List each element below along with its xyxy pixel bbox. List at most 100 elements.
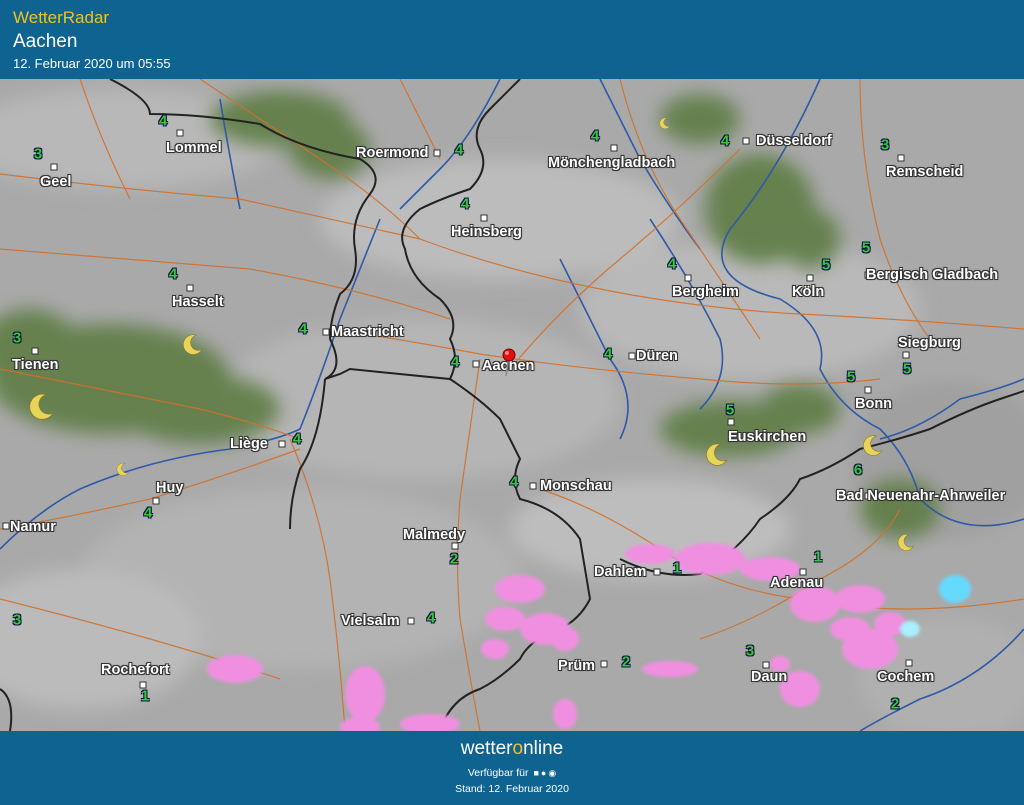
temperature-value: 4: [667, 255, 677, 273]
windows-icon[interactable]: ◉: [548, 768, 556, 778]
city-label[interactable]: Bergisch Gladbach: [866, 267, 998, 283]
temperature-value: 1: [813, 548, 823, 566]
temperature-value: 4: [590, 127, 600, 145]
temperature-value: 4: [292, 430, 302, 448]
temperature-value: 4: [460, 195, 470, 213]
city-label[interactable]: Dahlem: [594, 564, 646, 580]
temperature-value: 6: [853, 461, 863, 479]
city-label[interactable]: Roermond: [356, 145, 429, 161]
data-stand: Stand: 12. Februar 2020: [455, 783, 569, 795]
temperature-value: 4: [158, 112, 168, 130]
city-label[interactable]: Liège: [230, 436, 268, 452]
city-label[interactable]: Adenau: [770, 575, 823, 591]
city-label[interactable]: Bad Neuenahr-Ahrweiler: [836, 488, 1005, 504]
temperature-value: 2: [449, 550, 459, 568]
temperature-value: 4: [603, 345, 613, 363]
city-marker[interactable]: [897, 154, 905, 162]
temperature-value: 1: [672, 559, 682, 577]
temperature-value: 5: [902, 360, 912, 378]
city-marker[interactable]: [762, 661, 770, 669]
temperature-value: 4: [450, 353, 460, 371]
radar-map[interactable]: Lommel Geel Roermond Mönchengladbach Düsseld…: [0, 79, 1024, 731]
temperature-value: 5: [861, 239, 871, 257]
city-label[interactable]: Prüm: [558, 658, 595, 674]
apple-icon[interactable]: ●: [541, 768, 546, 778]
temperature-value: 4: [168, 265, 178, 283]
city-label[interactable]: Rochefort: [101, 662, 169, 678]
city-marker[interactable]: [176, 129, 184, 137]
city-label[interactable]: Mönchengladbach: [548, 155, 675, 171]
city-marker[interactable]: [472, 360, 480, 368]
temperature-value: 3: [33, 145, 43, 163]
temperature-value: 4: [298, 320, 308, 338]
city-marker[interactable]: [529, 482, 537, 490]
city-marker[interactable]: [322, 328, 330, 336]
radar-timestamp: 12. Februar 2020 um 05:55: [13, 56, 171, 71]
city-marker[interactable]: [50, 163, 58, 171]
temperature-value: 3: [12, 329, 22, 347]
app-brand-title: WetterRadar: [13, 8, 110, 27]
location-title: Aachen: [13, 31, 78, 52]
city-label[interactable]: Vielsalm: [341, 613, 400, 629]
city-label[interactable]: Daun: [751, 669, 787, 685]
temperature-value: 4: [426, 609, 436, 627]
city-label[interactable]: Köln: [792, 284, 824, 300]
city-label[interactable]: Tienen: [12, 357, 58, 373]
city-label[interactable]: Geel: [40, 174, 71, 190]
city-marker[interactable]: [278, 440, 286, 448]
city-label[interactable]: Malmedy: [403, 527, 465, 543]
city-marker[interactable]: [628, 352, 636, 360]
app-footer: wetteronline Verfügbar für ■ ● ◉ Stand: 12…: [0, 731, 1024, 805]
temperature-value: 3: [880, 136, 890, 154]
logo-o: o: [512, 738, 524, 759]
city-label[interactable]: Cochem: [877, 669, 934, 685]
city-marker[interactable]: [451, 542, 459, 550]
city-marker[interactable]: [31, 347, 39, 355]
temperature-value: 4: [509, 473, 519, 491]
city-marker[interactable]: [653, 568, 661, 576]
city-label[interactable]: Bergheim: [672, 284, 739, 300]
logo-part: wetter: [460, 738, 513, 759]
city-marker[interactable]: [2, 522, 10, 530]
temperature-value: 5: [846, 368, 856, 386]
city-marker[interactable]: [806, 274, 814, 282]
city-marker[interactable]: [727, 418, 735, 426]
city-marker[interactable]: [684, 274, 692, 282]
city-label[interactable]: Bonn: [855, 396, 892, 412]
wetteronline-logo[interactable]: wetteronline: [0, 738, 1024, 760]
city-marker[interactable]: [152, 497, 160, 505]
temperature-value: 3: [745, 642, 755, 660]
city-marker[interactable]: [742, 137, 750, 145]
city-marker[interactable]: [433, 149, 441, 157]
logo-part: nline: [523, 738, 564, 759]
city-marker[interactable]: [902, 351, 910, 359]
city-label[interactable]: Monschau: [540, 478, 612, 494]
city-label[interactable]: Remscheid: [886, 164, 963, 180]
city-marker[interactable]: [600, 660, 608, 668]
city-marker[interactable]: [610, 144, 618, 152]
city-label[interactable]: Namur: [10, 519, 56, 535]
android-icon[interactable]: ■: [533, 768, 538, 778]
city-label[interactable]: Huy: [156, 480, 183, 496]
app-header: WetterRadar Aachen 12. Februar 2020 um 0…: [0, 0, 1024, 79]
temperature-value: 4: [720, 132, 730, 150]
temperature-value: 2: [621, 653, 631, 671]
availability-text: Verfügbar für: [467, 767, 529, 779]
city-marker[interactable]: [905, 659, 913, 667]
temperature-value: 4: [143, 504, 153, 522]
city-label[interactable]: Lommel: [166, 140, 222, 156]
temperature-value: 5: [725, 401, 735, 419]
city-label[interactable]: Maastricht: [331, 324, 404, 340]
city-label[interactable]: Düren: [636, 348, 678, 364]
city-marker[interactable]: [407, 617, 415, 625]
city-marker[interactable]: [186, 284, 194, 292]
city-label[interactable]: Heinsberg: [451, 224, 522, 240]
city-marker[interactable]: [480, 214, 488, 222]
temperature-value: 4: [454, 141, 464, 159]
city-label[interactable]: Euskirchen: [728, 429, 806, 445]
temperature-value: 2: [890, 695, 900, 713]
city-marker[interactable]: [864, 386, 872, 394]
city-label[interactable]: Hasselt: [172, 294, 224, 310]
city-label[interactable]: Siegburg: [898, 335, 961, 351]
city-label[interactable]: Düsseldorf: [756, 133, 832, 149]
